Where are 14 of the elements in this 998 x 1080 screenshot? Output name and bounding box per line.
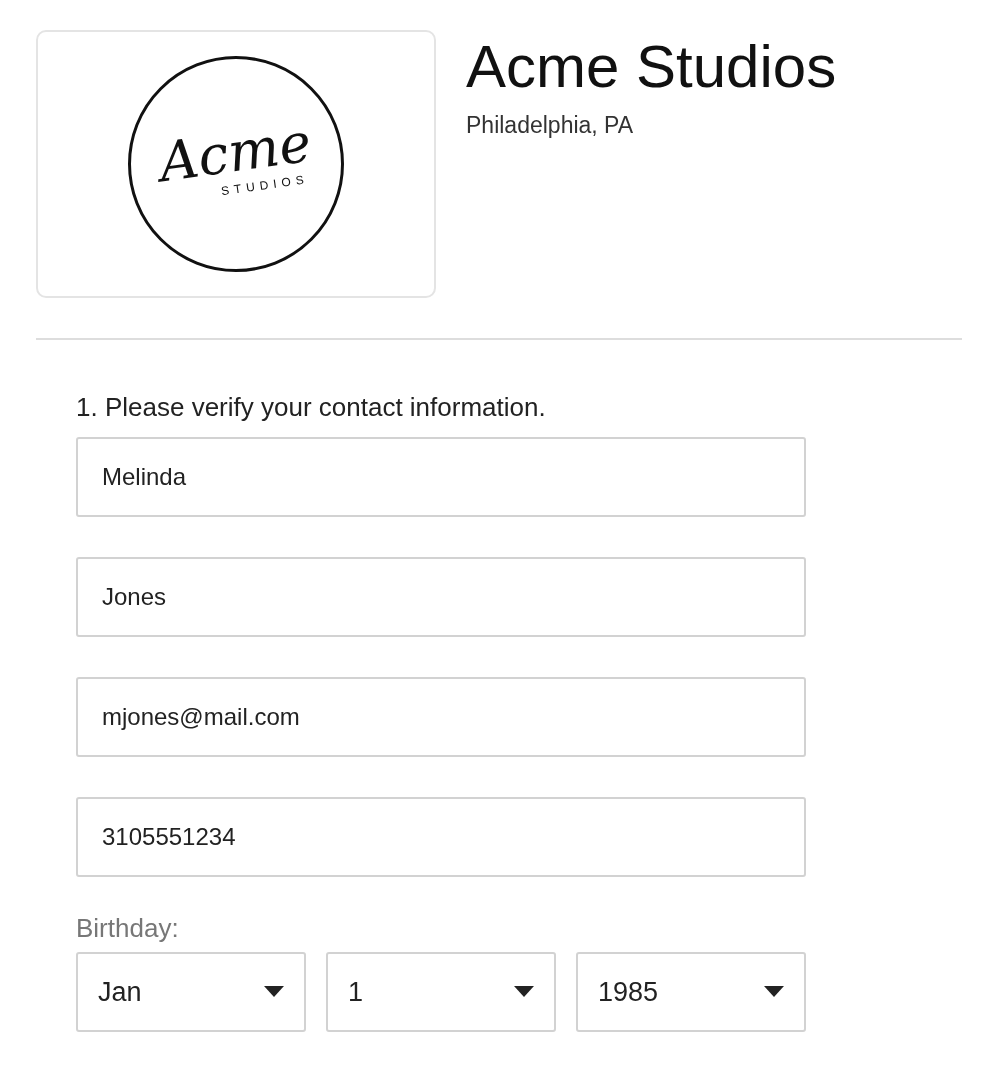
form-heading: 1. Please verify your contact information. <box>76 392 547 423</box>
caret-icon <box>514 986 534 998</box>
caret-icon <box>764 986 784 998</box>
input-field[interactable]: mjones@mail.com <box>76 677 806 757</box>
birthday-select[interactable]: Jan <box>76 952 306 1032</box>
business-name: Acme Studios <box>466 32 837 102</box>
input-field[interactable]: 3105551234 <box>76 797 806 877</box>
business-location: Philadelphia, PA <box>466 112 635 139</box>
birthday-label: Birthday: <box>76 913 180 944</box>
birthday-select[interactable]: 1 <box>326 952 556 1032</box>
caret-icon <box>264 986 284 998</box>
input-field[interactable]: Melinda <box>76 437 806 517</box>
input-field[interactable]: Jones <box>76 557 806 637</box>
birthday-select[interactable]: 1985 <box>576 952 806 1032</box>
